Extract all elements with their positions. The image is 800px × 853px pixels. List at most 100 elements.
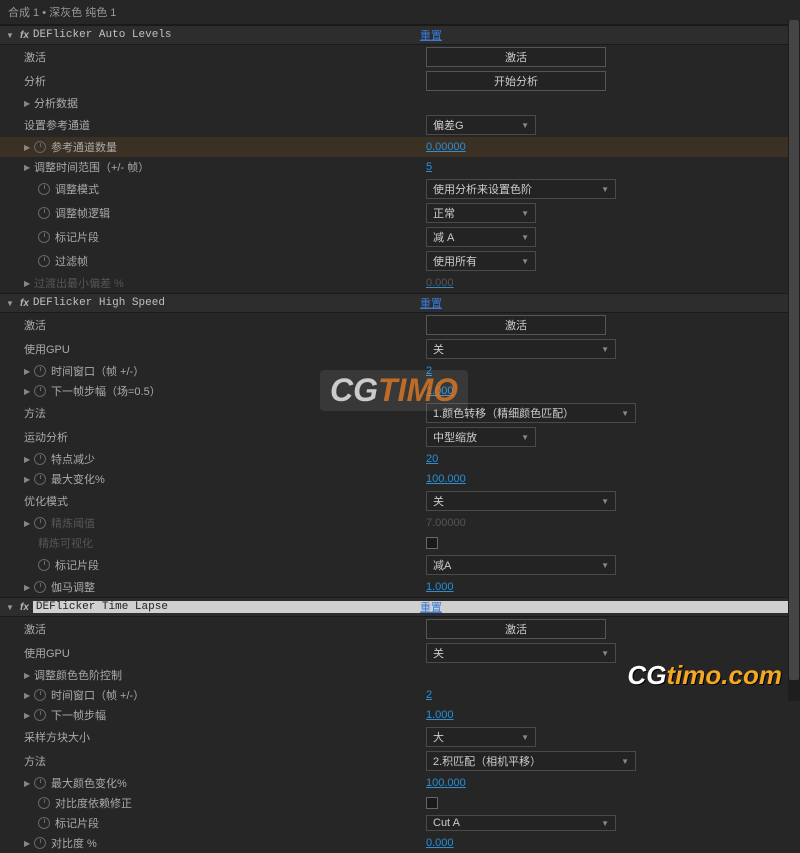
stopwatch-icon[interactable] xyxy=(38,559,50,571)
stopwatch-icon[interactable] xyxy=(34,709,46,721)
method-dropdown[interactable]: 2.积匹配（相机平移）▼ xyxy=(426,751,636,771)
reset-link[interactable]: 重置 xyxy=(420,27,442,43)
row-tl-mark-segment: 标记片段 Cut A▼ xyxy=(0,813,800,833)
mark-segment-dropdown[interactable]: 减 A▼ xyxy=(426,227,536,247)
scrollbar[interactable] xyxy=(788,20,800,701)
chevron-right-icon[interactable]: ▶ xyxy=(24,519,34,528)
chevron-down-icon: ▼ xyxy=(521,209,529,218)
chevron-right-icon[interactable]: ▶ xyxy=(24,143,34,152)
twisty-down-icon[interactable]: ▼ xyxy=(6,299,16,308)
section-autolevels-header[interactable]: ▼ fx DEFlicker Auto Levels 重置 xyxy=(0,25,800,45)
value-link[interactable]: 5 xyxy=(426,161,432,173)
stopwatch-icon[interactable] xyxy=(34,385,46,397)
reset-link[interactable]: 重置 xyxy=(420,295,442,311)
row-tl-method: 方法 2.积匹配（相机平移）▼ xyxy=(0,749,800,773)
scrollbar-thumb[interactable] xyxy=(789,20,799,680)
value-link[interactable]: 100.000 xyxy=(426,777,466,789)
value-link[interactable]: 20 xyxy=(426,453,438,465)
stopwatch-icon[interactable] xyxy=(34,141,46,153)
section-title: DEFlicker High Speed xyxy=(33,297,794,309)
prop-label: 最大变化% xyxy=(51,471,105,487)
chevron-right-icon[interactable]: ▶ xyxy=(24,779,34,788)
stopwatch-icon[interactable] xyxy=(34,777,46,789)
prop-label: 时间窗口（帧 +/-） xyxy=(51,363,144,379)
twisty-down-icon[interactable]: ▼ xyxy=(6,31,16,40)
adjust-mode-dropdown[interactable]: 使用分析来设置色阶▼ xyxy=(426,179,616,199)
prop-label: 下一帧步幅 xyxy=(51,707,106,723)
row-activate: 激活 激活 xyxy=(0,45,800,69)
prop-label: 特点减少 xyxy=(51,451,95,467)
value-link[interactable]: 1.000 xyxy=(426,581,454,593)
row-tl-max-color: ▶ 最大颜色变化% 100.000 xyxy=(0,773,800,793)
mark-segment-dropdown[interactable]: Cut A▼ xyxy=(426,815,616,831)
chevron-right-icon[interactable]: ▶ xyxy=(24,839,34,848)
stopwatch-icon[interactable] xyxy=(34,581,46,593)
chevron-right-icon[interactable]: ▶ xyxy=(24,387,34,396)
stopwatch-icon[interactable] xyxy=(38,255,50,267)
method-dropdown[interactable]: 1.颜色转移（精细颜色匹配）▼ xyxy=(426,403,636,423)
chevron-right-icon[interactable]: ▶ xyxy=(24,99,34,108)
stopwatch-icon[interactable] xyxy=(34,473,46,485)
chevron-right-icon[interactable]: ▶ xyxy=(24,455,34,464)
motion-dropdown[interactable]: 中型缩放▼ xyxy=(426,427,536,447)
mark-segment-dropdown[interactable]: 减A▼ xyxy=(426,555,616,575)
stopwatch-icon[interactable] xyxy=(38,183,50,195)
stopwatch-icon[interactable] xyxy=(34,453,46,465)
ref-channel-dropdown[interactable]: 偏差G▼ xyxy=(426,115,536,135)
value-link[interactable]: 2 xyxy=(426,365,432,377)
value-link[interactable]: 2 xyxy=(426,689,432,701)
stopwatch-icon[interactable] xyxy=(34,365,46,377)
stopwatch-icon[interactable] xyxy=(38,231,50,243)
chevron-right-icon[interactable]: ▶ xyxy=(24,691,34,700)
fx-icon[interactable]: fx xyxy=(20,298,29,309)
stopwatch-icon[interactable] xyxy=(38,817,50,829)
stopwatch-icon[interactable] xyxy=(38,207,50,219)
chevron-right-icon[interactable]: ▶ xyxy=(24,671,34,680)
twisty-down-icon[interactable]: ▼ xyxy=(6,603,16,612)
value-link: 0.000 xyxy=(426,277,454,289)
row-tl-time-window: ▶时间窗口（帧 +/-） 2 xyxy=(0,685,800,705)
chevron-down-icon: ▼ xyxy=(521,233,529,242)
optimize-dropdown[interactable]: 关▼ xyxy=(426,491,616,511)
stopwatch-icon[interactable] xyxy=(34,689,46,701)
dd-text: 偏差G xyxy=(433,117,464,133)
value-link[interactable]: 1.000 xyxy=(426,385,454,397)
reset-link[interactable]: 重置 xyxy=(420,599,442,615)
prop-label: 设置参考通道 xyxy=(24,117,90,133)
prop-label: 标记片段 xyxy=(55,557,99,573)
analyze-button[interactable]: 开始分析 xyxy=(426,71,606,91)
value-link[interactable]: 0.000 xyxy=(426,837,454,849)
chevron-right-icon[interactable]: ▶ xyxy=(24,475,34,484)
filter-dropdown[interactable]: 使用所有▼ xyxy=(426,251,536,271)
prop-label: 最大颜色变化% xyxy=(51,775,127,791)
value-link[interactable]: 0.00000 xyxy=(426,141,466,153)
chevron-right-icon[interactable]: ▶ xyxy=(24,711,34,720)
row-hs-motion: 运动分析 中型缩放▼ xyxy=(0,425,800,449)
fx-icon[interactable]: fx xyxy=(20,602,29,613)
frame-logic-dropdown[interactable]: 正常 ▼ xyxy=(426,203,536,223)
row-hs-optimize: 优化模式 关▼ xyxy=(0,489,800,513)
gpu-dropdown[interactable]: 关▼ xyxy=(426,339,616,359)
activate-button[interactable]: 激活 xyxy=(426,47,606,67)
chevron-right-icon[interactable]: ▶ xyxy=(24,279,34,288)
fx-icon[interactable]: fx xyxy=(20,30,29,41)
sample-size-dropdown[interactable]: 大▼ xyxy=(426,727,536,747)
value-link[interactable]: 1.000 xyxy=(426,709,454,721)
activate-button[interactable]: 激活 xyxy=(426,315,606,335)
chevron-right-icon[interactable]: ▶ xyxy=(24,583,34,592)
row-mark-segment-al: 标记片段 减 A▼ xyxy=(0,225,800,249)
chevron-right-icon[interactable]: ▶ xyxy=(24,163,34,172)
stopwatch-icon[interactable] xyxy=(38,797,50,809)
gpu-dropdown[interactable]: 关▼ xyxy=(426,643,616,663)
checkbox[interactable] xyxy=(426,537,438,549)
chevron-right-icon[interactable]: ▶ xyxy=(24,367,34,376)
checkbox[interactable] xyxy=(426,797,438,809)
value-link[interactable]: 100.000 xyxy=(426,473,466,485)
section-highspeed-header[interactable]: ▼ fx DEFlicker High Speed 重置 xyxy=(0,293,800,313)
section-timelapse-header[interactable]: ▼ fx DEFlicker Time Lapse 重置 xyxy=(0,597,800,617)
prop-label: 激活 xyxy=(24,317,46,333)
stopwatch-icon[interactable] xyxy=(34,837,46,849)
chevron-down-icon: ▼ xyxy=(601,561,609,570)
dd-text: 正常 xyxy=(433,205,455,221)
activate-button[interactable]: 激活 xyxy=(426,619,606,639)
